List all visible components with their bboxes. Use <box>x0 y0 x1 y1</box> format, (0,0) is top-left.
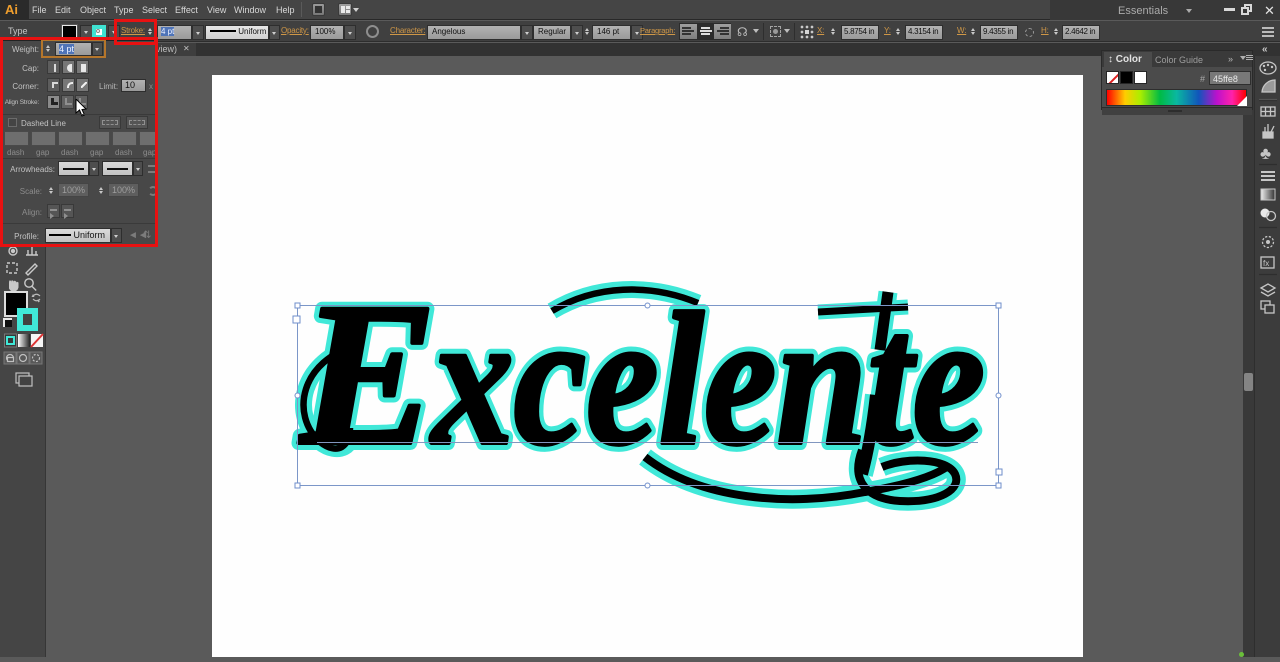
svg-text:E: E <box>298 261 437 488</box>
